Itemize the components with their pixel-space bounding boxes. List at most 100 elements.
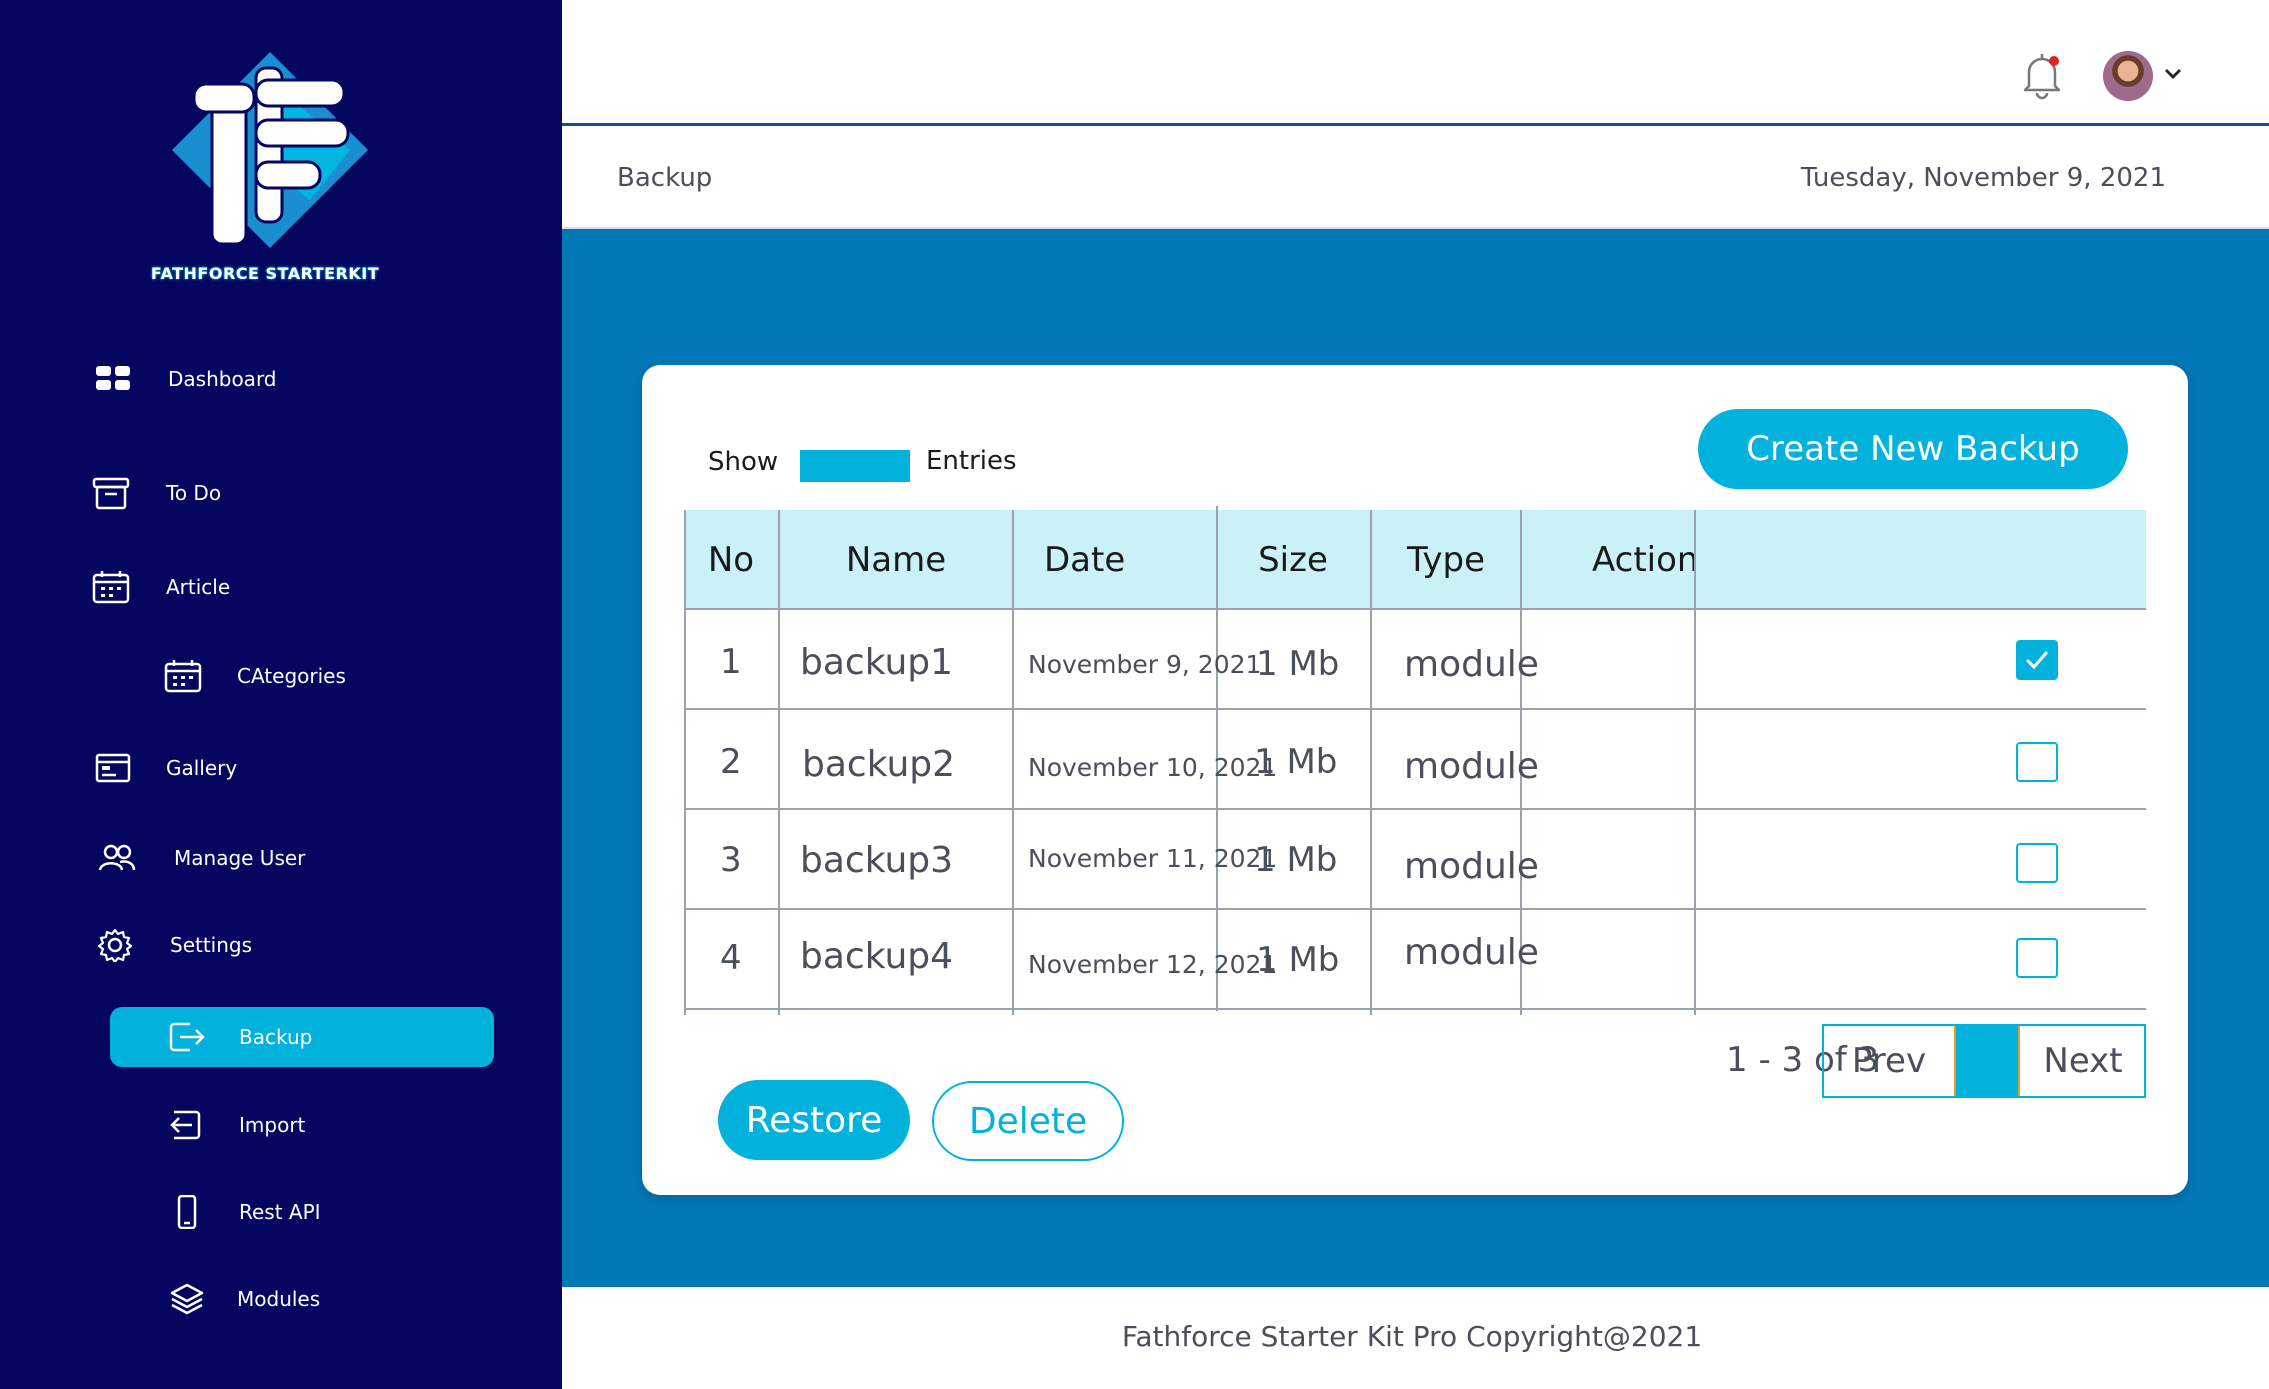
create-new-backup-button[interactable]: Create New Backup — [1698, 409, 2128, 489]
grid-line — [684, 510, 686, 1015]
row-checkbox[interactable] — [2016, 843, 2058, 883]
cell-date: November 12, 2021 — [1028, 950, 1278, 979]
dashboard-icon — [96, 366, 130, 390]
sidebar-item-label: Article — [166, 575, 231, 599]
delete-button[interactable]: Delete — [932, 1081, 1124, 1161]
column-header-type: Type — [1406, 540, 1486, 580]
top-bar — [562, 0, 2269, 126]
avatar[interactable] — [2103, 51, 2153, 101]
backup-card: Show Entries Create New Backup No Name D… — [642, 365, 2188, 1195]
calendar-icon — [92, 571, 130, 604]
sidebar-item-article[interactable]: Article — [0, 557, 562, 617]
sidebar-item-label: Rest API — [239, 1200, 321, 1224]
cell-size: 1 Mb — [1256, 940, 1340, 980]
cell-name: backup3 — [800, 840, 954, 881]
sidebar-item-label: Manage User — [174, 846, 306, 870]
sidebar-item-dashboard[interactable]: Dashboard — [0, 349, 562, 409]
row-checkbox[interactable] — [2016, 938, 2058, 978]
grid-line — [1370, 510, 1372, 1015]
current-date: Tuesday, November 9, 2021 — [1800, 163, 2166, 193]
sidebar-item-label: Gallery — [166, 756, 238, 780]
cell-size: 1 Mb — [1256, 644, 1340, 684]
browser-window-icon — [95, 753, 131, 783]
sidebar-item-label: Settings — [170, 933, 253, 957]
entries-label: Entries — [926, 446, 1017, 476]
pagination: Prev Next — [1822, 1024, 2146, 1098]
cell-no: 2 — [720, 742, 742, 782]
checkmark-icon — [2025, 651, 2049, 670]
sidebar-item-label: Dashboard — [168, 367, 277, 391]
cell-type: module — [1404, 932, 1539, 973]
sidebar-item-backup[interactable]: Backup — [0, 1007, 562, 1067]
cell-no: 4 — [720, 938, 742, 978]
calendar-icon — [164, 660, 202, 693]
column-header-no: No — [707, 540, 755, 580]
chevron-down-icon[interactable] — [2162, 64, 2184, 84]
bell-icon[interactable] — [2017, 48, 2067, 100]
cell-no: 3 — [720, 840, 742, 880]
sidebar-item-manage-user[interactable]: Manage User — [0, 828, 562, 888]
cell-no: 1 — [720, 642, 742, 682]
sidebar: FATHFORCE STARTERKIT Dashboard To Do Art… — [0, 0, 562, 1389]
export-icon — [169, 1022, 205, 1052]
grid-line — [684, 1008, 2146, 1010]
grid-line — [684, 908, 2146, 910]
sidebar-item-label: Modules — [237, 1287, 321, 1311]
cell-type: module — [1404, 746, 1539, 787]
row-checkbox[interactable] — [2016, 742, 2058, 782]
page-header: Backup Tuesday, November 9, 2021 — [562, 129, 2269, 229]
grid-line — [1694, 510, 1696, 1015]
sidebar-item-modules[interactable]: Modules — [0, 1269, 562, 1329]
main-content: Show Entries Create New Backup No Name D… — [562, 229, 2269, 1287]
sidebar-item-todo[interactable]: To Do — [0, 463, 562, 523]
copyright-text: Fathforce Starter Kit Pro Copyright@2021 — [1121, 1320, 1703, 1353]
restore-button[interactable]: Restore — [718, 1080, 910, 1160]
cell-size: 1 Mb — [1254, 840, 1338, 880]
logo-mark-icon — [172, 52, 368, 248]
grid-line — [1012, 510, 1014, 1015]
archive-icon — [92, 477, 130, 510]
brand-name: FATHFORCE STARTERKIT — [150, 264, 380, 283]
entries-select[interactable] — [800, 450, 910, 482]
grid-line — [778, 510, 780, 1015]
cell-date: November 11, 2021 — [1028, 844, 1278, 873]
phone-icon — [177, 1195, 197, 1229]
users-icon — [98, 844, 136, 871]
sidebar-item-label: Import — [239, 1113, 306, 1137]
cell-name: backup1 — [800, 642, 954, 683]
prev-page-button[interactable]: Prev — [1824, 1026, 1954, 1096]
page-title: Backup — [617, 163, 713, 193]
next-page-button[interactable]: Next — [2020, 1026, 2146, 1096]
footer: Fathforce Starter Kit Pro Copyright@2021 — [562, 1287, 2269, 1389]
sidebar-item-import[interactable]: Import — [0, 1095, 562, 1155]
column-header-size: Size — [1258, 540, 1328, 580]
cell-date: November 9, 2021 — [1028, 650, 1262, 679]
grid-line — [684, 608, 2146, 610]
layers-icon — [170, 1283, 204, 1315]
cell-name: backup4 — [800, 936, 954, 977]
gear-icon — [97, 928, 133, 962]
show-label: Show — [708, 447, 779, 477]
import-icon — [170, 1110, 201, 1140]
cell-name: backup2 — [802, 744, 956, 785]
column-header-date: Date — [1044, 540, 1126, 580]
sidebar-item-categories[interactable]: CAtegories — [0, 646, 562, 706]
sidebar-item-gallery[interactable]: Gallery — [0, 738, 562, 798]
sidebar-item-label: CAtegories — [237, 664, 346, 688]
sidebar-item-rest-api[interactable]: Rest API — [0, 1182, 562, 1242]
column-header-action: Action — [1592, 540, 1699, 580]
brand-logo[interactable]: FATHFORCE STARTERKIT — [150, 50, 380, 290]
cell-size: 1 Mb — [1254, 742, 1338, 782]
backup-table: No Name Date Size Type Action 1 backup1 — [684, 506, 2146, 1015]
grid-line — [684, 808, 2146, 810]
sidebar-item-label: To Do — [166, 481, 222, 505]
sidebar-item-settings[interactable]: Settings — [0, 915, 562, 975]
cell-date: November 10, 2021 — [1028, 753, 1278, 782]
row-checkbox[interactable] — [2016, 640, 2058, 680]
cell-type: module — [1404, 644, 1539, 685]
sidebar-item-label: Backup — [239, 1025, 313, 1049]
grid-line — [684, 708, 2146, 710]
current-page-button[interactable] — [1954, 1026, 2020, 1096]
cell-type: module — [1404, 846, 1539, 887]
column-header-name: Name — [845, 540, 947, 580]
